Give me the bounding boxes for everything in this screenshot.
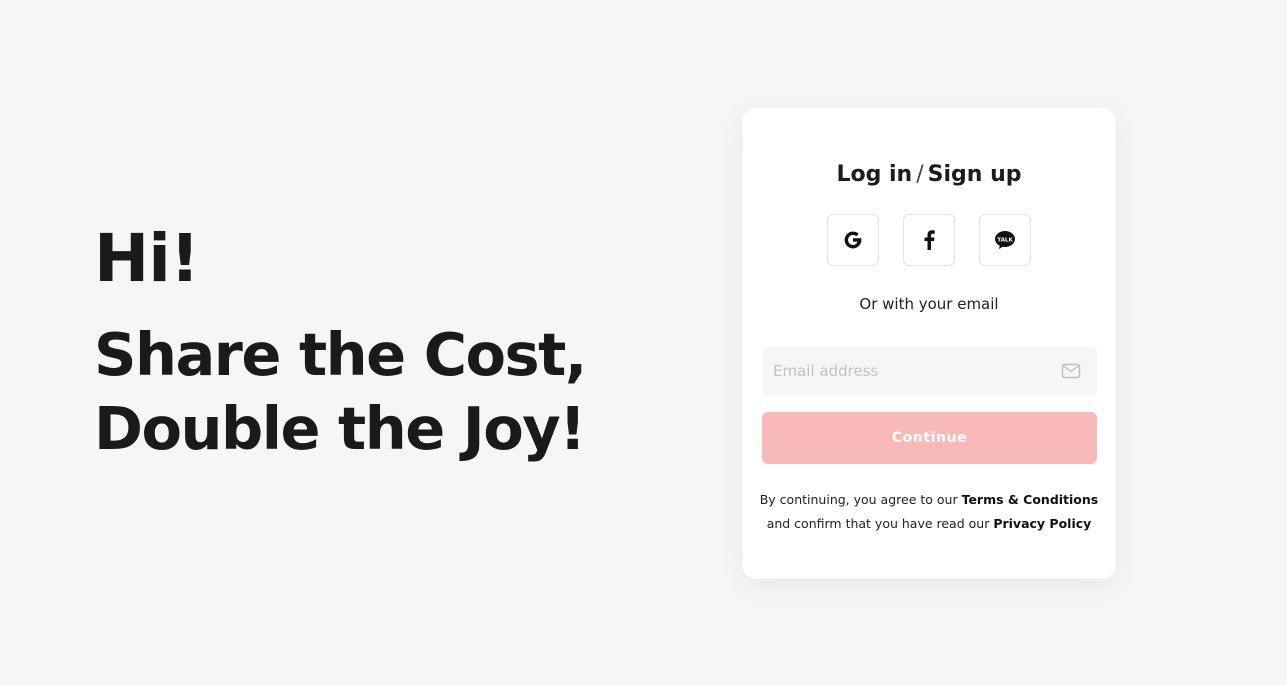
terms-conditions-link[interactable]: Terms & Conditions [962, 492, 1099, 507]
hero-tagline-line-2: Double the Joy! [94, 394, 586, 463]
terms-line-1: By continuing, you agree to our Terms & … [742, 488, 1116, 512]
privacy-prefix: and confirm that you have read our [766, 516, 994, 531]
kakaotalk-icon-text: TALK [997, 237, 1013, 243]
or-with-email-label: Or with your email [859, 295, 999, 313]
social-login-row: TALK [742, 214, 1116, 266]
login-title: Log in [836, 162, 913, 187]
terms-line-2: and confirm that you have read our Priva… [742, 512, 1116, 536]
google-login-button[interactable] [827, 214, 879, 266]
auth-card: Log in/Sign up TALK Or with your email [742, 108, 1116, 579]
terms-notice: By continuing, you agree to our Terms & … [742, 488, 1116, 536]
terms-prefix: By continuing, you agree to our [759, 492, 962, 507]
google-icon [844, 231, 862, 249]
auth-title: Log in / Sign up [742, 160, 1116, 190]
title-separator: / [916, 162, 924, 187]
continue-button[interactable]: Continue [762, 412, 1097, 464]
kakaotalk-icon: TALK [995, 231, 1015, 249]
hero-tagline: Share the Cost, Double the Joy! [94, 318, 694, 466]
email-field-wrapper [762, 346, 1097, 396]
hero-section: Hi! Share the Cost, Double the Joy! [94, 222, 694, 466]
facebook-icon [924, 230, 935, 250]
facebook-login-button[interactable] [903, 214, 955, 266]
hero-tagline-line-1: Share the Cost, [94, 320, 587, 389]
hero-greeting: Hi! [94, 220, 200, 297]
email-input[interactable] [762, 346, 1097, 396]
mail-icon [1061, 363, 1081, 379]
kakaotalk-login-button[interactable]: TALK [979, 214, 1031, 266]
signup-title: Sign up [927, 162, 1022, 187]
privacy-policy-link[interactable]: Privacy Policy [993, 516, 1091, 531]
